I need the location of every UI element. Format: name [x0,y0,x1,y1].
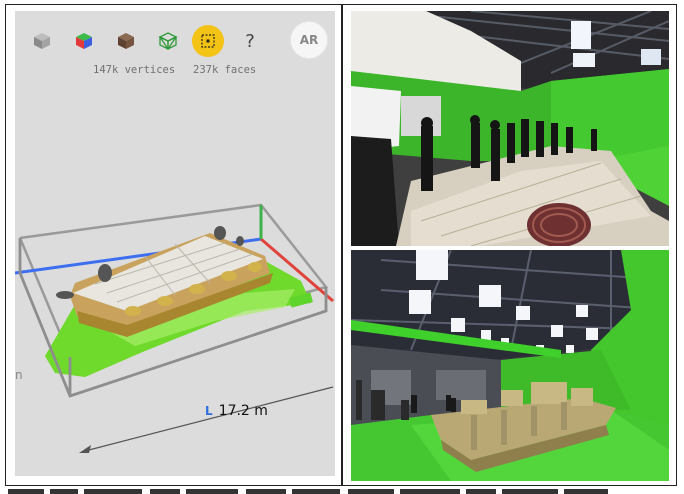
studio-photo-top [351,11,669,246]
length-dimension-line [84,386,334,452]
clipped-caption [8,489,608,494]
clipped-text: n [15,368,23,382]
length-value: 17.2 m [218,403,268,419]
ceiling-light [573,53,595,67]
ceiling-light [571,21,591,49]
studio-photo-bottom [351,250,669,481]
length-measurement: L 17.2 m [205,403,268,419]
black-curtain [351,136,399,246]
cable-reel [527,203,591,246]
dimension-arrowhead [79,445,91,453]
scan-viewer[interactable]: ? AR 147k vertices 237k faces L 17.2 m n [15,11,335,476]
axis-label: L [205,404,213,418]
ceiling-light [641,49,661,65]
scan-canvas [15,203,334,453]
panel-divider [341,4,343,486]
